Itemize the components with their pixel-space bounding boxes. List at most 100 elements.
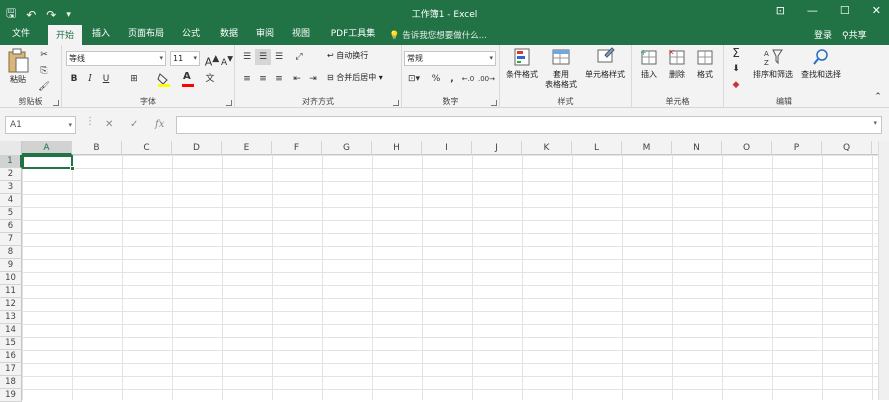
align-top-icon[interactable]: ☰ [239, 49, 255, 65]
row-header-6[interactable]: 6 [0, 220, 22, 233]
sort-filter-button[interactable]: AZ 排序和筛选 [750, 47, 796, 91]
column-header-i[interactable]: I [422, 141, 472, 155]
cancel-icon[interactable]: ✕ [105, 119, 113, 130]
column-header-h[interactable]: H [372, 141, 422, 155]
autosum-icon[interactable]: Σ [728, 45, 744, 61]
tab-home[interactable]: 开始 [48, 25, 82, 45]
format-cells-button[interactable]: 格式 [692, 47, 718, 91]
insert-cells-button[interactable]: + 插入 [636, 47, 662, 91]
alignment-launcher-icon[interactable] [393, 100, 399, 106]
column-header-b[interactable]: B [72, 141, 122, 155]
find-select-button[interactable]: 查找和选择 [798, 47, 844, 91]
enter-icon[interactable]: ✓ [130, 119, 138, 130]
row-header-4[interactable]: 4 [0, 194, 22, 207]
tab-formulas[interactable]: 公式 [174, 25, 208, 45]
ribbon-display-options-icon[interactable]: ⊡ [776, 4, 785, 17]
comma-style-button[interactable]: , [444, 71, 460, 87]
column-header-p[interactable]: P [772, 141, 822, 155]
tab-page-layout[interactable]: 页面布局 [124, 25, 168, 45]
row-header-7[interactable]: 7 [0, 233, 22, 246]
column-header-g[interactable]: G [322, 141, 372, 155]
align-bottom-icon[interactable]: ☰ [271, 49, 287, 65]
minimize-button[interactable]: — [807, 4, 818, 17]
bold-button[interactable]: B [66, 71, 82, 87]
column-header-d[interactable]: D [172, 141, 222, 155]
tab-pdf-tools[interactable]: PDF工具集 [322, 25, 384, 45]
merge-center-button[interactable]: ⊟ 合并后居中 ▾ [327, 72, 401, 86]
align-left-icon[interactable]: ≡ [239, 71, 255, 87]
orientation-icon[interactable]: ⤢ [291, 49, 307, 65]
vertical-scrollbar[interactable] [878, 141, 889, 400]
row-header-12[interactable]: 12 [0, 298, 22, 311]
row-header-1[interactable]: 1 [0, 155, 22, 168]
column-header-k[interactable]: K [522, 141, 572, 155]
cell-area[interactable] [22, 155, 889, 400]
font-launcher-icon[interactable] [226, 100, 232, 106]
align-middle-icon[interactable]: ☰ [255, 49, 271, 65]
copy-icon[interactable]: ⎘ [36, 63, 52, 79]
column-header-m[interactable]: M [622, 141, 672, 155]
fill-color-button[interactable] [156, 71, 172, 87]
tab-data[interactable]: 数据 [212, 25, 246, 45]
row-header-8[interactable]: 8 [0, 246, 22, 259]
clear-eraser-icon[interactable]: ◆ [728, 77, 744, 93]
insert-function-button[interactable]: fx [155, 119, 164, 130]
font-name-combo[interactable]: 等线 ▾ [66, 51, 166, 66]
row-header-13[interactable]: 13 [0, 311, 22, 324]
decrease-decimal-icon[interactable]: .00→ [478, 71, 495, 87]
paste-button[interactable]: 粘贴 [6, 48, 30, 88]
tab-review[interactable]: 审阅 [248, 25, 282, 45]
font-size-combo[interactable]: 11 ▾ [170, 51, 200, 66]
column-header-q[interactable]: Q [822, 141, 872, 155]
tell-me-box[interactable]: 💡 告诉我您想要做什么... [389, 29, 487, 41]
tab-view[interactable]: 视图 [284, 25, 318, 45]
row-header-9[interactable]: 9 [0, 259, 22, 272]
clipboard-launcher-icon[interactable] [53, 100, 59, 106]
share-button[interactable]: ⚲共享 [842, 28, 867, 41]
borders-icon[interactable]: ⊞ [126, 71, 142, 87]
row-header-2[interactable]: 2 [0, 168, 22, 181]
close-button[interactable]: ✕ [872, 4, 881, 17]
column-header-a[interactable]: A [22, 141, 72, 155]
tab-insert[interactable]: 插入 [84, 25, 118, 45]
column-header-c[interactable]: C [122, 141, 172, 155]
name-box[interactable]: A1 ▾ [5, 116, 76, 134]
grow-font-button[interactable]: A▲ [204, 51, 220, 69]
conditional-formatting-button[interactable]: 条件格式 [502, 47, 542, 91]
tab-file[interactable]: 文件 [4, 25, 38, 45]
collapse-ribbon-icon[interactable]: ⌃ [870, 89, 886, 105]
fill-down-icon[interactable]: ⬇ [728, 61, 744, 77]
formula-input[interactable]: ▾ [176, 116, 882, 134]
cut-icon[interactable]: ✂ [36, 47, 52, 63]
increase-decimal-icon[interactable]: ←.0 [460, 71, 476, 87]
wrap-text-button[interactable]: ↩ 自动换行 [327, 50, 397, 64]
delete-cells-button[interactable]: ✕ 删除 [664, 47, 690, 91]
row-header-5[interactable]: 5 [0, 207, 22, 220]
row-header-15[interactable]: 15 [0, 337, 22, 350]
fill-handle[interactable] [70, 166, 75, 171]
maximize-button[interactable]: ☐ [840, 4, 850, 17]
underline-button[interactable]: U [98, 71, 114, 87]
format-painter-icon[interactable]: 🖌 [36, 79, 52, 95]
signin-link[interactable]: 登录 [814, 28, 832, 41]
column-header-o[interactable]: O [722, 141, 772, 155]
percent-button[interactable]: % [428, 71, 444, 87]
column-header-f[interactable]: F [272, 141, 322, 155]
row-header-19[interactable]: 19 [0, 389, 22, 402]
format-as-table-button[interactable]: 套用 表格格式 [544, 47, 578, 91]
active-cell-a1[interactable] [22, 155, 75, 171]
number-format-combo[interactable]: 常规 ▾ [404, 51, 496, 66]
font-color-button[interactable]: A [180, 71, 196, 87]
cell-styles-button[interactable]: 单元格样式 [580, 47, 630, 91]
row-header-17[interactable]: 17 [0, 363, 22, 376]
column-header-n[interactable]: N [672, 141, 722, 155]
select-all-corner[interactable] [0, 141, 22, 155]
increase-indent-icon[interactable]: ⇥ [305, 71, 321, 87]
row-header-16[interactable]: 16 [0, 350, 22, 363]
shrink-font-button[interactable]: A▼ [219, 51, 235, 68]
expand-formula-bar-icon[interactable]: ▾ [873, 119, 877, 127]
column-header-e[interactable]: E [222, 141, 272, 155]
align-right-icon[interactable]: ≡ [271, 71, 287, 87]
column-header-j[interactable]: J [472, 141, 522, 155]
italic-button[interactable]: I [82, 71, 98, 87]
